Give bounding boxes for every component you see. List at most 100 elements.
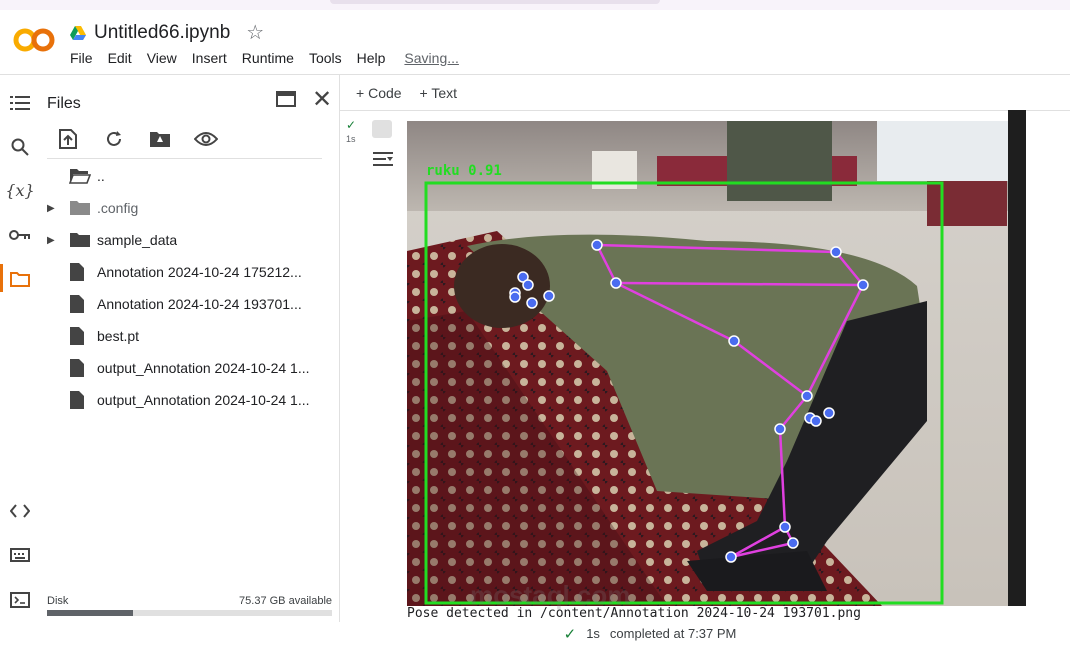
menu-bar: File Edit View Insert Runtime Tools Help… — [70, 50, 459, 66]
detection-label: ruku 0.91 — [426, 163, 502, 179]
eye-icon[interactable] — [194, 127, 218, 151]
keypoint — [728, 335, 740, 347]
file-tree-item[interactable]: .. — [40, 161, 330, 191]
keypoint — [526, 297, 538, 309]
file-icon — [69, 358, 91, 378]
person-head — [454, 244, 550, 328]
file-tree-label: Annotation 2024-10-24 175212... — [97, 264, 302, 280]
cell-gutter: ✓ 1s — [340, 112, 406, 622]
output-actions-icon[interactable] — [372, 120, 392, 138]
secrets-key-icon[interactable] — [8, 223, 32, 247]
keypoint — [725, 551, 737, 563]
menu-help[interactable]: Help — [357, 50, 386, 66]
status-time: 1s — [586, 626, 600, 641]
notebook-toolbar: + Code + Text — [340, 75, 1070, 111]
command-palette-icon[interactable] — [8, 543, 32, 567]
keypoint — [823, 407, 835, 419]
keypoint — [509, 291, 521, 303]
file-tree-item[interactable]: Annotation 2024-10-24 193701... — [40, 289, 330, 319]
star-icon[interactable]: ☆ — [246, 20, 264, 45]
table-of-contents-icon[interactable] — [8, 91, 32, 115]
add-text-label: Text — [431, 84, 458, 101]
colab-header: Untitled66.ipynb ☆ File Edit View Insert… — [0, 10, 1070, 75]
add-code-label: Code — [368, 84, 402, 101]
standing-person — [727, 121, 832, 201]
keypoint — [779, 521, 791, 533]
variables-icon[interactable]: {x} — [5, 178, 34, 202]
file-icon — [69, 262, 91, 282]
expand-caret-icon[interactable]: ▶ — [47, 235, 57, 246]
code-snippets-icon[interactable] — [8, 499, 32, 523]
disk-usage-fill — [47, 610, 133, 616]
file-tree-item[interactable]: Annotation 2024-10-24 175212... — [40, 257, 330, 287]
file-tree-item[interactable]: output_Annotation 2024-10-24 1... — [40, 353, 330, 383]
file-icon — [69, 326, 91, 346]
file-tree-item[interactable]: ▶ .config — [40, 193, 330, 223]
search-icon[interactable] — [8, 135, 32, 159]
keypoint — [830, 246, 842, 258]
open-in-tab-icon[interactable] — [276, 91, 296, 107]
file-icon — [69, 390, 91, 410]
saving-status[interactable]: Saving... — [404, 50, 458, 66]
keypoint — [543, 290, 555, 302]
menu-file[interactable]: File — [70, 50, 93, 66]
mount-drive-icon[interactable] — [148, 127, 172, 151]
status-check-icon: ✓ — [563, 625, 577, 643]
output-scroll-region — [1008, 110, 1026, 606]
status-bar: ✓ 1s completed at 7:37 PM — [0, 622, 1070, 645]
file-tree-item[interactable]: ▶ sample_data — [40, 225, 330, 255]
run-success-check-icon: ✓ — [346, 118, 357, 132]
upload-icon[interactable] — [56, 127, 80, 151]
keypoint — [801, 390, 813, 402]
keypoint — [810, 415, 822, 427]
cushion-pile — [927, 181, 1007, 226]
colab-logo — [13, 28, 55, 52]
keypoint — [787, 537, 799, 549]
files-panel: Files ✕ .. ▶ .config ▶ sample_data Annot… — [40, 75, 340, 622]
divider — [47, 158, 322, 159]
terminal-icon[interactable] — [8, 588, 32, 612]
keypoint — [522, 279, 534, 291]
disk-label: Disk — [47, 595, 69, 607]
file-tree-label: output_Annotation 2024-10-24 1... — [97, 392, 310, 408]
file-tree-item[interactable]: output_Annotation 2024-10-24 1... — [40, 385, 330, 415]
watermark: mostaql.com — [470, 580, 631, 610]
left-rail: {x} — [0, 75, 40, 622]
expand-caret-icon[interactable]: ▶ — [47, 203, 57, 214]
disk-usage-bar — [47, 610, 332, 616]
file-tree-label: best.pt — [97, 328, 140, 344]
notebook-title[interactable]: Untitled66.ipynb — [94, 22, 230, 44]
file-icon — [69, 294, 91, 314]
folder-open-icon — [69, 166, 91, 186]
file-tree-label: Annotation 2024-10-24 193701... — [97, 296, 302, 312]
files-toolbar — [56, 127, 218, 151]
menu-insert[interactable]: Insert — [192, 50, 227, 66]
menu-tools[interactable]: Tools — [309, 50, 342, 66]
status-completed: completed at 7:37 PM — [609, 626, 737, 641]
menu-view[interactable]: View — [147, 50, 177, 66]
files-folder-icon[interactable] — [8, 267, 32, 291]
keypoint — [857, 279, 869, 291]
file-tree-label: .. — [97, 168, 105, 184]
keypoint — [591, 239, 603, 251]
google-drive-icon — [70, 25, 86, 40]
active-indicator — [0, 264, 3, 292]
close-icon[interactable]: ✕ — [312, 85, 332, 114]
cell-exec-time: 1s — [346, 134, 356, 144]
file-tree-label: .config — [97, 200, 139, 216]
keypoint — [774, 423, 786, 435]
file-tree-label: output_Annotation 2024-10-24 1... — [97, 360, 310, 376]
output-settings-icon[interactable] — [372, 150, 394, 173]
folder-icon — [69, 198, 91, 218]
browser-tab-edge — [330, 0, 660, 4]
refresh-icon[interactable] — [102, 127, 126, 151]
menu-edit[interactable]: Edit — [108, 50, 132, 66]
add-code-button[interactable]: + Code — [356, 85, 402, 101]
disk-usage: Disk 75.37 GB available — [47, 595, 332, 616]
folder-icon — [69, 230, 91, 250]
file-tree-label: sample_data — [97, 232, 178, 248]
file-tree-item[interactable]: best.pt — [40, 321, 330, 351]
add-text-button[interactable]: + Text — [420, 85, 458, 101]
menu-runtime[interactable]: Runtime — [242, 50, 294, 66]
keypoint — [610, 277, 622, 289]
